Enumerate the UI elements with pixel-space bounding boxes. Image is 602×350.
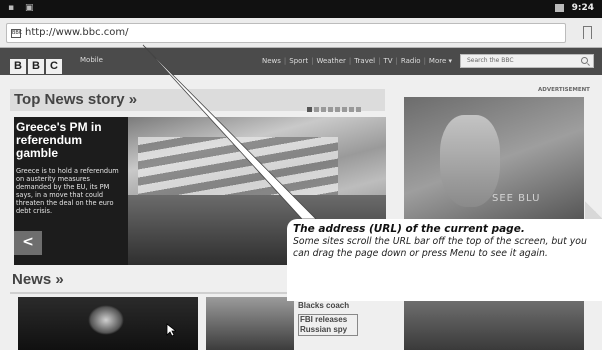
signal-icon	[555, 3, 565, 12]
prev-story-button[interactable]: <	[14, 231, 42, 255]
status-right: 9:24	[555, 3, 594, 13]
flag-graphic	[138, 137, 338, 197]
nav-weather[interactable]: Weather	[316, 57, 345, 65]
nav-more[interactable]: More ▾	[429, 57, 452, 65]
url-bar: BBC http://www.bbc.com/	[0, 18, 602, 48]
image-highlight	[88, 305, 124, 335]
logo-letter: C	[46, 59, 62, 74]
news-image[interactable]	[206, 297, 294, 350]
nav-travel[interactable]: Travel	[354, 57, 375, 65]
callout-body: Some sites scroll the URL bar off the to…	[293, 236, 587, 259]
news-list: Blacks coach FBI releases Russian spy	[298, 301, 358, 336]
carousel-dot[interactable]	[328, 107, 333, 112]
carousel-dot[interactable]	[342, 107, 347, 112]
notification-icons: ▪ ▣	[8, 3, 38, 13]
callout-title: The address (URL) of the current page.	[293, 223, 525, 235]
search-icon[interactable]	[581, 57, 588, 64]
favicon-icon: BBC	[11, 29, 23, 38]
carousel-dot[interactable]	[321, 107, 326, 112]
news-heading[interactable]: News »	[12, 271, 64, 288]
ad-overlay-text: SEE BLU	[492, 193, 541, 204]
news-item[interactable]: Blacks coach	[298, 301, 358, 311]
page-curl	[585, 200, 602, 219]
bbc-header: BBC Mobile News | Sport | Weather | Travel | TV |…	[0, 48, 602, 75]
search-input[interactable]: Search the BBC	[460, 54, 594, 68]
ad-label: ADVERTISEMENT	[538, 87, 590, 93]
bookmark-icon[interactable]	[583, 26, 592, 40]
url-callout: The address (URL) of the current page. S…	[287, 219, 602, 301]
nav-news[interactable]: News	[262, 57, 281, 65]
ad-person	[440, 115, 500, 207]
device-screen: ▪ ▣ 9:24 BBC http://www.bbc.com/ BBC Mob…	[0, 0, 602, 350]
logo-letter: B	[28, 59, 44, 74]
url-field[interactable]: BBC http://www.bbc.com/	[6, 23, 566, 43]
bbc-logo[interactable]: BBC	[10, 54, 64, 74]
bbc-nav: News | Sport | Weather | Travel | TV | Radio | More …	[262, 57, 453, 65]
top-story-summary: Greece is to hold a referendum on auster…	[16, 167, 119, 215]
top-story-headline[interactable]: Greece's PM in referendum gamble	[16, 121, 126, 160]
carousel-dot[interactable]	[356, 107, 361, 112]
cursor-icon	[166, 323, 176, 337]
nav-sport[interactable]: Sport	[289, 57, 308, 65]
carousel-dot[interactable]	[335, 107, 340, 112]
search-placeholder: Search the BBC	[467, 57, 514, 64]
page-content: Top News story » Greece's PM in referend…	[0, 75, 602, 350]
news-item[interactable]: FBI releases Russian spy	[298, 314, 358, 336]
carousel-dot[interactable]	[314, 107, 319, 112]
status-bar: ▪ ▣ 9:24	[0, 0, 602, 18]
logo-letter: B	[10, 59, 26, 74]
top-news-header: Top News story »	[10, 89, 385, 112]
nav-radio[interactable]: Radio	[401, 57, 421, 65]
clock: 9:24	[571, 3, 594, 13]
carousel-dot[interactable]	[349, 107, 354, 112]
nav-tv[interactable]: TV	[383, 57, 392, 65]
top-news-heading[interactable]: Top News story »	[14, 91, 137, 108]
url-text[interactable]: http://www.bbc.com/	[25, 27, 129, 38]
carousel-dots[interactable]	[305, 97, 361, 116]
mobile-label: Mobile	[80, 56, 103, 64]
carousel-dot[interactable]	[307, 107, 312, 112]
